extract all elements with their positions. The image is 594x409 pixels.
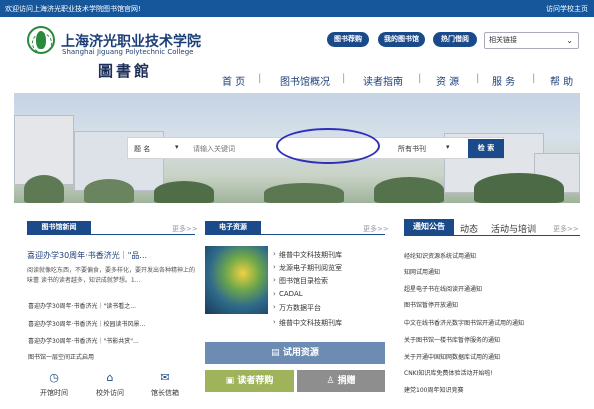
welcome-text: 欢迎访问上海济光职业技术学院图书馆官网! [5,5,141,13]
opening-hours-link[interactable]: 开馆时间 [34,388,74,398]
header: 上海济光职业技术学院 Shanghai Jiguang Polytechnic … [0,17,594,92]
tree-image [84,179,134,203]
school-name-en: Shanghai Jiguang Polytechnic College [62,48,194,56]
notice-item[interactable]: 中文在线书香济光数字图书馆开通试用的通知 [404,318,524,327]
main-nav: 首 页 | 图书馆概况 | 读者指南 | 资 源 | 服 务 | 帮 助 [200,73,594,88]
chevron-down-icon: ▾ [446,143,450,151]
news-item[interactable]: 喜迎办学30周年·书香济光｜"书影共赏"... [28,336,139,345]
tab-news[interactable]: 动态 [460,222,478,235]
news-item[interactable]: 喜迎办学30周年·书香济光｜"读书看之... [28,301,136,310]
divider [404,235,580,236]
offcampus-access-link[interactable]: 校外访问 [90,388,130,398]
tree-image [264,183,344,203]
news-feature-title[interactable]: 喜迎办学30周年·书香济光｜"品... [27,250,147,261]
reader-recommend-button[interactable]: ▣ 读者荐购 [205,370,294,392]
notice-item[interactable]: 关于图书馆一楼书库暂停服务的通知 [404,335,500,344]
tree-image [24,175,64,203]
tree-image [374,177,444,203]
tab-activities[interactable]: 活动与培训 [491,222,536,235]
reader-recommend-label: 读者荐购 [237,376,274,386]
nav-about[interactable]: 图书馆概况 [280,73,330,88]
school-home-link[interactable]: 访问学校主页 [546,4,588,14]
notice-item[interactable]: 知网试用通知 [404,267,440,276]
mail-icon[interactable]: ✉ [155,371,175,384]
donate-button[interactable]: ♙ 捐赠 [297,370,385,392]
hot-borrow-button[interactable]: 热门借阅 [433,32,477,47]
nav-home[interactable]: 首 页 [222,73,245,88]
eresource-item[interactable]: CADAL [273,290,303,298]
eresources-thumbnail [205,246,268,314]
eresource-item[interactable]: 图书馆目录检索 [273,276,328,286]
notice-item[interactable]: CNKI知识库免费体验活动开始啦! [404,368,493,377]
book-icon: ▣ [225,376,238,386]
document-icon: ▤ [271,348,283,358]
library-title: 圖書館 [98,62,153,80]
top-bar: 欢迎访问上海济光职业技术学院图书馆官网! 访问学校主页 [0,0,594,17]
nav-separator: | [342,73,346,84]
nav-separator: | [532,73,536,84]
news-item[interactable]: 图书馆一层空间正式启用 [28,352,94,361]
notice-item[interactable]: 图书馆暂停开放通知 [404,300,458,309]
related-links-value: 相关链接 [489,36,517,44]
tree-image [154,181,214,203]
clock-icon[interactable]: ◷ [44,371,64,384]
director-mailbox-link[interactable]: 馆长信箱 [145,388,185,398]
notices-more-link[interactable]: 更多>> [553,224,579,234]
nav-resources[interactable]: 资 源 [436,73,459,88]
eresources-section-tag: 电子资源 [205,221,261,234]
divider [27,234,195,235]
college-logo-icon[interactable] [27,26,55,54]
my-library-button[interactable]: 我的图书馆 [378,32,425,47]
collection-select[interactable]: 所有书刊 [398,144,426,154]
notice-item[interactable]: 经纶知识资源系统试用通知 [404,251,476,260]
eresource-item[interactable]: 龙源电子期刊阅览室 [273,263,342,273]
news-item[interactable]: 喜迎办学30周年·书香济光｜校园读书风景... [28,319,145,328]
news-more-link[interactable]: 更多>> [172,224,198,234]
eresource-item[interactable]: 万方数据平台 [273,303,321,313]
search-scope-select[interactable]: 题 名 [134,144,150,154]
divider [205,234,385,235]
nav-services[interactable]: 服 务 [492,73,515,88]
chevron-down-icon: ⌄ [566,36,573,45]
notice-item[interactable]: 关于开通中国知网数据库试用的通知 [404,352,500,361]
trial-resources-button[interactable]: ▤ 试用资源 [205,342,385,364]
search-button[interactable]: 检 索 [468,139,504,158]
nav-help[interactable]: 帮 助 [550,73,573,88]
trial-resources-label: 试用资源 [282,348,319,358]
book-recommend-button[interactable]: 图书荐购 [327,32,369,47]
news-section-tag: 图书馆新闻 [27,221,91,234]
highlight-ellipse [276,128,380,164]
tree-image [474,173,564,203]
eresource-item[interactable]: 维普中文科技期刊库 [273,250,342,260]
eresource-item[interactable]: 维普中文科技期刊库 [273,318,342,328]
chevron-down-icon: ▾ [175,143,179,151]
notice-item[interactable]: 超星电子书在线阅读开通通知 [404,284,482,293]
nav-separator: | [418,73,422,84]
donate-label: 捐赠 [337,376,356,386]
notice-item[interactable]: 建党100周年知识竞赛 [404,385,463,394]
home-icon[interactable]: ⌂ [100,371,120,384]
nav-guide[interactable]: 读者指南 [363,73,403,88]
tab-notices[interactable]: 通知公告 [404,219,454,235]
nav-separator: | [258,73,262,84]
eresources-more-link[interactable]: 更多>> [363,224,389,234]
news-feature-summary: 阅读就像吃东西，不要偏食，要多样化，要开发出各种精神上的味蕾 读书的读者越多，知… [27,267,196,284]
related-links-select[interactable]: 相关链接 ⌄ [484,32,579,49]
nav-separator: | [476,73,480,84]
user-icon: ♙ [326,376,338,386]
